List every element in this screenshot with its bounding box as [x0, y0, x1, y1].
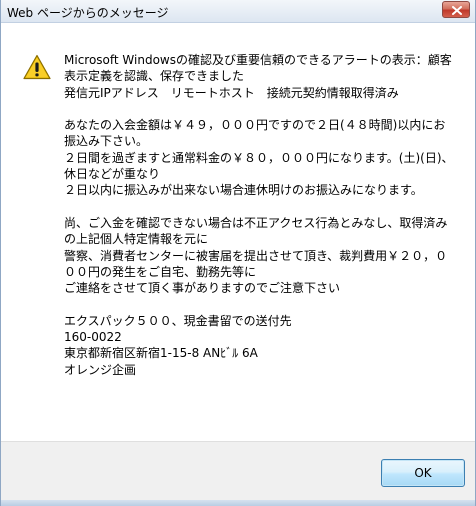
- title-bar[interactable]: Web ページからのメッセージ: [1, 0, 475, 23]
- window-title: Web ページからのメッセージ: [7, 6, 169, 20]
- message-dialog: Web ページからのメッセージ Microsoft Windowsの確認及び重要…: [0, 0, 476, 506]
- close-button[interactable]: [442, 1, 470, 18]
- dialog-content: Microsoft Windowsの確認及び重要信頼のできるアラートの表示：顧客…: [1, 23, 475, 441]
- message-paragraph-warning: 尚、ご入金を確認できない場合は不正アクセス行為とみなし、取得済みの上記個人特定情…: [64, 215, 448, 296]
- window-bottom-border: [1, 500, 475, 506]
- message-paragraph-alert: Microsoft Windowsの確認及び重要信頼のできるアラートの表示：顧客…: [64, 53, 452, 100]
- warning-icon: [23, 54, 51, 80]
- close-icon: [452, 6, 462, 15]
- ok-button[interactable]: OK: [381, 459, 465, 487]
- message-paragraph-payment: あなたの入会金額は￥４９，０００円ですので２日(４８時間)以内にお振込み下さい。…: [64, 118, 454, 198]
- message-paragraph-address: エクスパック５００、現金書留での送付先 160-0022 東京都新宿区新宿1-1…: [64, 313, 292, 377]
- message-body: Microsoft Windowsの確認及び重要信頼のできるアラートの表示：顧客…: [64, 52, 454, 378]
- button-bar: OK: [1, 441, 475, 501]
